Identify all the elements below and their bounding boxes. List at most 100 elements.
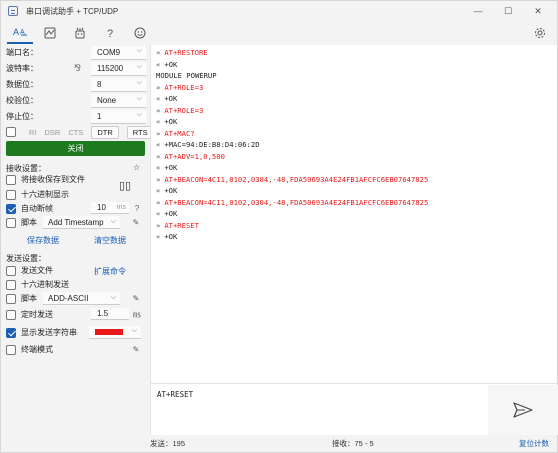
serial-tab-button[interactable]: AA	[7, 22, 33, 44]
log-line: «+OK	[156, 186, 177, 195]
send-input-area[interactable]: AT+RESET	[150, 383, 558, 435]
parity-select[interactable]: None ⌵	[91, 93, 146, 108]
edit-icon[interactable]: ✎	[130, 343, 142, 355]
timed-send-checkbox[interactable]	[6, 309, 16, 320]
sent-arrow-icon: »	[156, 105, 161, 115]
show-send-checkbox[interactable]	[6, 327, 16, 338]
signal-checkbox[interactable]	[6, 127, 16, 137]
auto-break-checkbox[interactable]	[6, 203, 16, 214]
receive-script-checkbox[interactable]	[6, 217, 16, 228]
receive-script-select[interactable]: Add Timestamp ⌵	[43, 216, 120, 229]
auto-break-help-button[interactable]: ?	[132, 202, 142, 214]
log-text: AT+ROLE=3	[164, 105, 204, 115]
received-arrow-icon: «	[156, 59, 161, 69]
chevron-down-icon: ⌵	[110, 218, 116, 225]
serial-icon: AA	[13, 27, 27, 37]
close-button[interactable]: ✕	[523, 1, 553, 21]
log-line: «+OK	[156, 60, 177, 69]
signal-dtr[interactable]: DTR	[91, 125, 119, 139]
sent-arrow-icon: »	[156, 174, 161, 184]
edit-icon[interactable]: ✎	[130, 292, 142, 304]
baud-row: 波特率： ⅋ 115200 ⌵	[6, 61, 146, 76]
feedback-tab-button[interactable]	[127, 22, 153, 44]
parity-label: 校验位：	[6, 96, 38, 105]
timed-send-label: 定时发送	[21, 310, 53, 319]
maximize-button[interactable]: ☐	[493, 1, 523, 21]
toolbar: AA ?	[1, 21, 557, 45]
port-select[interactable]: COM9 ⌵	[91, 45, 146, 60]
log-line: «+OK	[156, 94, 177, 103]
save-to-file-checkbox[interactable]	[6, 174, 16, 185]
signal-dsr[interactable]: DSR	[45, 128, 61, 137]
receive-log[interactable]: » AT+RESTORE «+OK MODULE POWERUP» AT+ROLE=3 «…	[150, 45, 557, 383]
log-line: «+OK	[156, 232, 177, 241]
log-line: «+OK	[156, 209, 177, 218]
chart-tab-button[interactable]	[37, 22, 63, 44]
parity-value: None	[97, 95, 117, 105]
port-value: COM9	[97, 47, 121, 57]
log-text: +OK	[164, 163, 178, 172]
send-input-text[interactable]: AT+RESET	[157, 390, 193, 399]
save-to-file-label: 将接收保存到文件	[21, 175, 85, 184]
hex-send-row: 十六进制发送	[6, 277, 146, 292]
open-port-button[interactable]: 关闭	[6, 141, 145, 156]
svg-text:A: A	[13, 27, 19, 37]
minimize-button[interactable]: —	[463, 1, 493, 21]
log-text: AT+ROLE=3	[164, 82, 204, 92]
extend-command-button[interactable]: 扩展命令	[94, 266, 126, 277]
chevron-down-icon: ⌵	[110, 294, 116, 301]
chevron-down-icon: ⌵	[136, 46, 142, 54]
timed-send-input[interactable]: 1.5	[91, 308, 129, 320]
edit-icon[interactable]: ✎	[130, 216, 142, 228]
send-file-checkbox[interactable]	[6, 265, 16, 276]
log-line: » AT+RESTORE	[156, 48, 208, 57]
log-line: » AT+ROLE=3	[156, 83, 203, 92]
svg-text:?: ?	[107, 28, 113, 39]
help-icon: ?	[107, 28, 113, 39]
log-line: «+OK	[156, 163, 177, 172]
stopbits-select[interactable]: 1 ⌵	[91, 109, 146, 124]
reset-count-button[interactable]: 复位计数	[519, 438, 549, 449]
settings-button[interactable]	[531, 24, 549, 42]
baud-select[interactable]: 115200 ⌵	[91, 61, 146, 76]
auto-break-input[interactable]: 10 ms	[91, 202, 129, 214]
log-text: AT+MAC?	[164, 128, 195, 138]
log-text: +OK	[164, 232, 178, 241]
signal-row: RI DSR CTS DTR RTS	[6, 125, 154, 139]
log-line: » AT+ADV=1,0,500	[156, 152, 225, 161]
baud-toggle-icon[interactable]: ⅋	[74, 63, 81, 74]
robot-icon	[75, 27, 85, 39]
log-line: MODULE POWERUP	[156, 71, 217, 80]
log-text: AT+BEACON=4C11,0102,0304,-48,FDA50693A4E…	[164, 197, 429, 207]
receive-options-icon[interactable]: ☆	[133, 163, 140, 172]
baud-value: 115200	[97, 63, 124, 73]
terminal-mode-checkbox[interactable]	[6, 344, 16, 355]
clear-data-button[interactable]: 清空数据	[94, 235, 126, 246]
send-script-select[interactable]: ADD-ASCII ⌵	[43, 292, 120, 305]
received-arrow-icon: «	[156, 232, 161, 241]
color-swatch	[95, 329, 123, 335]
sent-arrow-icon: »	[156, 151, 161, 161]
signal-cts[interactable]: CTS	[68, 128, 83, 137]
send-script-checkbox[interactable]	[6, 293, 16, 304]
hex-display-checkbox[interactable]	[6, 189, 16, 200]
help-tab-button[interactable]: ?	[97, 22, 123, 44]
save-data-button[interactable]: 保存数据	[27, 235, 59, 246]
log-text: +MAC=94:DE:B8:D4:06:2D	[164, 140, 260, 149]
signal-ri[interactable]: RI	[29, 128, 37, 137]
hex-send-checkbox[interactable]	[6, 279, 16, 290]
pause-icon[interactable]: ▯▯	[119, 179, 131, 192]
terminal-mode-row: 终端模式	[6, 342, 146, 357]
databits-row: 数据位： 8 ⌵	[6, 77, 146, 92]
send-color-select[interactable]: ⌵	[89, 326, 141, 339]
databits-label: 数据位：	[6, 80, 38, 89]
log-line: » AT+BEACON=4C11,0102,0304,-48,FDA50693A4…	[156, 198, 428, 207]
send-button[interactable]	[488, 385, 558, 435]
app-window: 串口调试助手 + TCP/UDP — ☐ ✕ AA ? 端口名： COM9 ⌵ …	[0, 0, 558, 453]
received-arrow-icon: «	[156, 117, 161, 126]
sent-arrow-icon: »	[156, 197, 161, 207]
received-arrow-icon: «	[156, 209, 161, 218]
databits-select[interactable]: 8 ⌵	[91, 77, 146, 92]
robot-tab-button[interactable]	[67, 22, 93, 44]
log-text: AT+RESTORE	[164, 48, 208, 57]
